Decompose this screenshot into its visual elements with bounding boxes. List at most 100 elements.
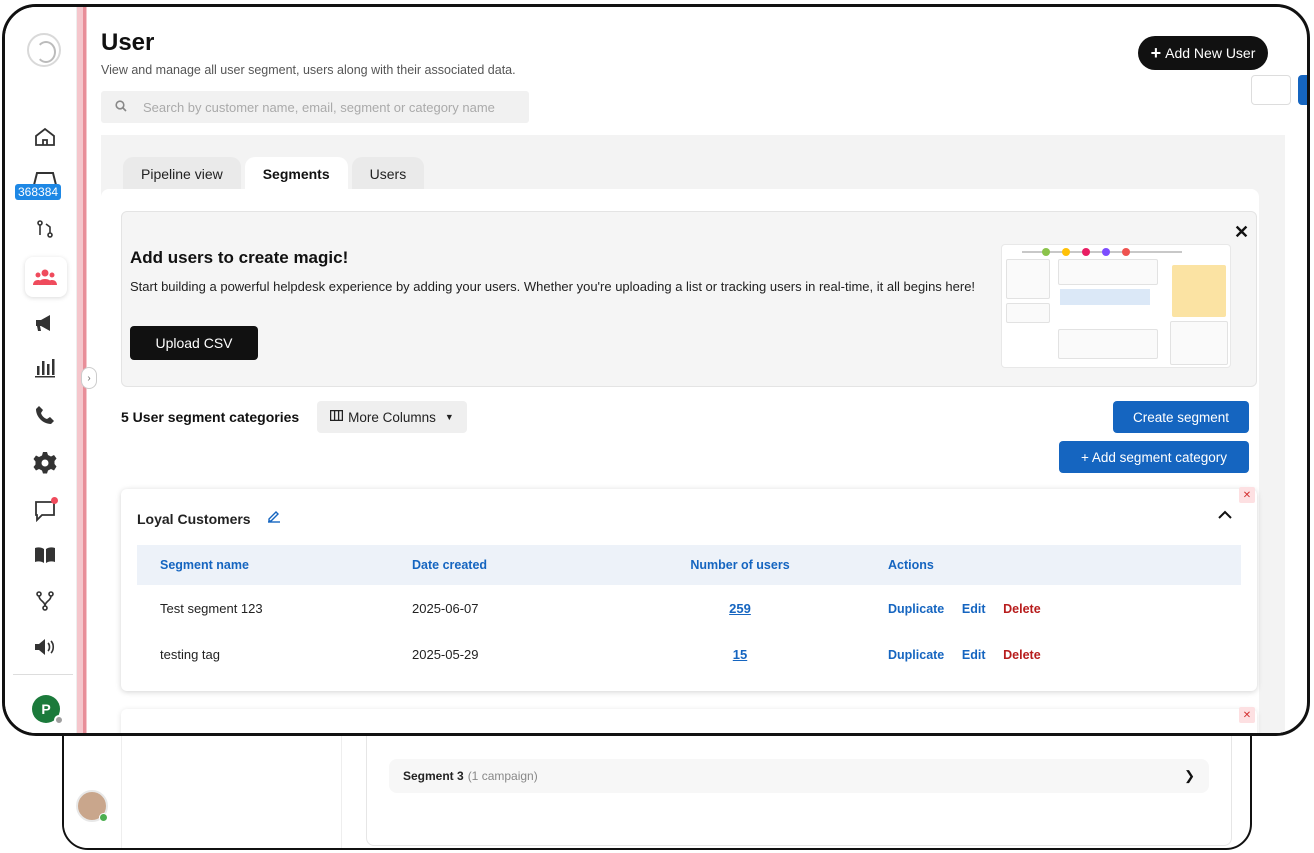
- chevron-down-icon[interactable]: ❯: [1184, 768, 1195, 784]
- segments-table: Segment name Date created Number of user…: [137, 545, 1241, 677]
- table-row: testing tag 2025-05-29 15 Duplicate Edit…: [137, 631, 1241, 677]
- segment-accordion-row[interactable]: Segment 3 (1 campaign) ❯: [389, 759, 1209, 793]
- column-header: Actions: [888, 558, 934, 572]
- date-created-cell: 2025-05-29: [412, 646, 479, 662]
- segment-category-card-collapsed: ✕: [121, 707, 1257, 733]
- add-segment-category-button[interactable]: + Add segment category: [1059, 441, 1249, 473]
- columns-icon: [330, 409, 344, 424]
- column-header[interactable]: Number of users: [615, 545, 865, 585]
- create-segment-button[interactable]: Create segment: [1113, 401, 1249, 433]
- search-icon: [115, 99, 127, 115]
- pencil-icon[interactable]: [267, 509, 281, 526]
- screenshot-stage: Segment 3 (1 campaign) ❯ 368384 P › User…: [0, 0, 1314, 853]
- preview-dot: [1122, 248, 1130, 256]
- promo-title: Add users to create magic!: [130, 248, 349, 267]
- search-input[interactable]: [143, 99, 523, 115]
- close-icon[interactable]: ✕: [1234, 222, 1249, 243]
- date-created-cell: 2025-06-07: [412, 600, 479, 616]
- sidebar-collapse-handle[interactable]: ›: [81, 367, 97, 389]
- app-logo[interactable]: [27, 33, 61, 67]
- preview-card: [1006, 303, 1050, 323]
- search-bar: [101, 91, 529, 123]
- tab-users[interactable]: Users: [351, 157, 425, 191]
- users-group-icon[interactable]: [31, 263, 59, 291]
- column-header[interactable]: Date created: [389, 545, 615, 585]
- preview-card: [1058, 329, 1158, 359]
- edit-button[interactable]: Edit: [962, 648, 986, 662]
- segment-name: Segment 3: [403, 769, 464, 783]
- preview-dot: [1102, 248, 1110, 256]
- segment-name-cell: testing tag: [160, 646, 220, 662]
- column-header[interactable]: Segment name: [137, 545, 389, 585]
- table-row: Test segment 123 2025-06-07 259 Duplicat…: [137, 585, 1241, 631]
- segment-category-count: 5 User segment categories: [121, 409, 300, 425]
- user-count-cell: 259: [615, 585, 865, 631]
- remove-category-icon[interactable]: ✕: [1239, 707, 1255, 723]
- table-header-row: Segment name Date created Number of user…: [137, 545, 1241, 585]
- plus-icon: +: [1150, 43, 1162, 63]
- avatar-initial: P: [41, 701, 51, 717]
- segment-campaign-count: (1 campaign): [467, 769, 538, 783]
- actions-cell: Duplicate Edit Delete: [865, 631, 1241, 677]
- user-count-link[interactable]: 15: [733, 647, 747, 662]
- upload-csv-button[interactable]: Upload CSV: [130, 326, 258, 360]
- preview-dot: [1042, 248, 1050, 256]
- preview-dot: [1062, 248, 1070, 256]
- main-content: User View and manage all user segment, u…: [101, 7, 1307, 733]
- merge-request-icon[interactable]: [31, 215, 59, 243]
- sidebar: 368384 P: [5, 7, 77, 733]
- tab-segments[interactable]: Segments: [244, 157, 348, 191]
- segments-panel: Add users to create magic! Start buildin…: [101, 189, 1259, 733]
- view-tabs: Pipeline view Segments Users: [123, 157, 425, 191]
- main-window: 368384 P › User View and manage all user…: [2, 4, 1310, 736]
- gear-icon[interactable]: [31, 449, 59, 477]
- remove-category-icon[interactable]: ✕: [1239, 487, 1255, 503]
- ticket-count-badge: 368384: [15, 184, 62, 200]
- page-subtitle: View and manage all user segment, users …: [101, 63, 516, 77]
- user-avatar[interactable]: P: [32, 695, 64, 725]
- preview-card: [1058, 259, 1158, 285]
- preview-note: [1172, 265, 1226, 317]
- duplicate-button[interactable]: Duplicate: [888, 648, 944, 662]
- megaphone-icon[interactable]: [31, 309, 59, 337]
- tab-container: Pipeline view Segments Users Add users t…: [101, 135, 1285, 733]
- edit-button[interactable]: Edit: [962, 602, 986, 616]
- presence-status-dot: [54, 715, 64, 725]
- more-columns-dropdown[interactable]: More Columns ▼: [317, 401, 467, 433]
- book-icon[interactable]: [31, 541, 59, 569]
- duplicate-button[interactable]: Duplicate: [888, 602, 944, 616]
- delete-button[interactable]: Delete: [1003, 602, 1041, 616]
- chevron-up-icon[interactable]: [1217, 507, 1233, 525]
- preview-highlight: [1060, 289, 1150, 305]
- segment-name-cell: Test segment 123: [160, 600, 263, 616]
- preview-dot: [1082, 248, 1090, 256]
- segment-category-card: Loyal Customers ✕ Segment name Date crea…: [121, 487, 1257, 691]
- offscreen-control[interactable]: [1251, 75, 1291, 105]
- add-new-user-label: Add New User: [1165, 45, 1256, 61]
- page-title: User: [101, 29, 155, 56]
- sidebar-divider: [13, 674, 73, 675]
- delete-button[interactable]: Delete: [1003, 648, 1041, 662]
- promo-body: Start building a powerful helpdesk exper…: [130, 279, 976, 294]
- promo-banner: Add users to create magic! Start buildin…: [121, 211, 1257, 387]
- promo-preview-image: [1001, 244, 1231, 368]
- preview-card: [1006, 259, 1050, 299]
- home-icon[interactable]: [31, 123, 59, 151]
- bar-chart-icon[interactable]: [31, 353, 59, 381]
- user-count-link[interactable]: 259: [729, 601, 751, 616]
- notification-dot: [51, 497, 58, 504]
- category-name: Loyal Customers: [137, 511, 251, 527]
- user-count-cell: 15: [615, 631, 865, 677]
- workflow-branch-icon[interactable]: [31, 587, 59, 615]
- speaker-icon[interactable]: [31, 633, 59, 661]
- actions-cell: Duplicate Edit Delete: [865, 585, 1241, 631]
- add-new-user-button[interactable]: + Add New User: [1138, 36, 1268, 70]
- online-status-dot: [99, 813, 108, 822]
- preview-card: [1170, 321, 1228, 365]
- caret-down-icon: ▼: [444, 412, 454, 422]
- more-columns-label: More Columns: [348, 409, 436, 425]
- offscreen-primary-button[interactable]: [1298, 75, 1307, 105]
- tab-pipeline-view[interactable]: Pipeline view: [123, 157, 241, 191]
- background-user-avatar[interactable]: [76, 790, 108, 822]
- phone-icon[interactable]: [31, 401, 59, 429]
